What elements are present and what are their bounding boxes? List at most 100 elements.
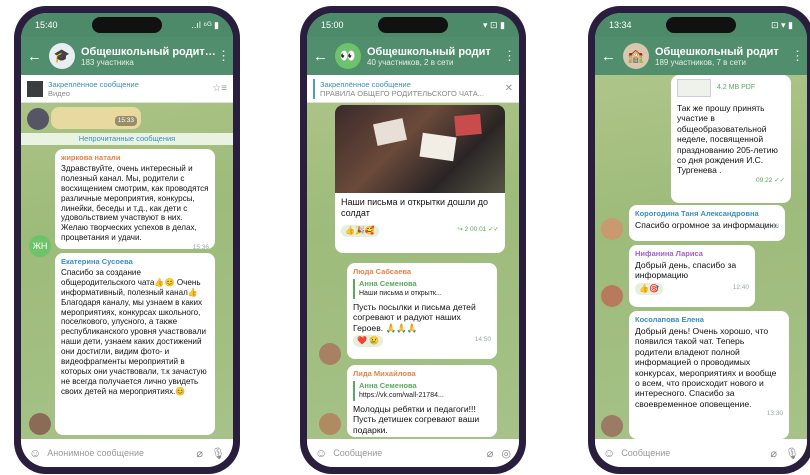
sender-name[interactable]: Екатерина Сусоева bbox=[61, 257, 209, 267]
sender-name[interactable]: жиркова натали bbox=[61, 153, 209, 163]
more-menu-icon[interactable]: ⋮ bbox=[217, 48, 230, 64]
message-text: Спасибо за создание общеродительского ча… bbox=[61, 267, 207, 396]
back-arrow-icon[interactable]: ← bbox=[601, 48, 619, 65]
phone-3-screen: 13:34 ⊡ ▾ ▮ ← 🏫 Общешкольный родит 189 у… bbox=[595, 13, 807, 467]
sender-name[interactable]: Корогодина Таня Александровна bbox=[635, 209, 779, 219]
pinned-message[interactable]: Закреплённое сообщение ПРАВИЛА ОБЩЕГО РО… bbox=[307, 75, 519, 103]
emoji-icon[interactable]: ☺ bbox=[29, 446, 41, 460]
user-avatar[interactable] bbox=[601, 415, 623, 437]
message-text: Так же прошу принять участие в общеобраз… bbox=[677, 103, 778, 176]
chat-title-area[interactable]: Общешкольный родитель 183 участника bbox=[81, 46, 217, 67]
emoji-icon[interactable]: ☺ bbox=[603, 446, 615, 460]
user-avatar[interactable] bbox=[601, 218, 623, 240]
microphone-icon[interactable]: 🎙 bbox=[785, 447, 799, 460]
sender-name[interactable]: Косолапова Елена bbox=[635, 315, 783, 325]
message-bubble[interactable]: Корогодина Таня Александровна Спасибо ог… bbox=[629, 205, 785, 241]
more-menu-icon[interactable]: ⋮ bbox=[791, 48, 804, 64]
user-avatar[interactable] bbox=[319, 343, 341, 365]
message-photo[interactable] bbox=[335, 105, 505, 193]
pinned-subtitle: Видео bbox=[48, 88, 70, 98]
microphone-icon[interactable]: 🎙 bbox=[211, 447, 225, 460]
close-icon[interactable]: ✕ bbox=[505, 83, 513, 94]
reply-quote[interactable]: Анна Семенова Наши письма и открытк... bbox=[353, 278, 491, 299]
pinned-subtitle: ПРАВИЛА ОБЩЕГО РОДИТЕЛЬСКОГО ЧАТА... bbox=[320, 88, 484, 98]
attach-icon[interactable]: ⌀ bbox=[487, 447, 494, 460]
message-bubble[interactable]: Лида Михайлова Анна Семенова https://vk.… bbox=[347, 365, 497, 437]
message-bubble[interactable]: Люда Сабсаева Анна Семенова Наши письма … bbox=[347, 263, 497, 359]
camera-icon[interactable]: ◎ bbox=[501, 447, 511, 460]
status-icons: ⊡ ▾ ▮ bbox=[770, 19, 793, 30]
message-bubble[interactable]: жиркова натали Здравствуйте, очень интер… bbox=[55, 149, 215, 251]
emoji-icon[interactable]: ☺ bbox=[315, 446, 327, 460]
reply-text: Наши письма и открытк... bbox=[359, 289, 442, 297]
pinned-title: Закреплённое сообщение bbox=[48, 79, 139, 89]
sender-name[interactable]: Лида Михайлова bbox=[353, 369, 491, 379]
message-input[interactable]: Сообщение bbox=[333, 448, 479, 458]
sender-name[interactable]: Люда Сабсаева bbox=[353, 267, 491, 277]
attach-icon[interactable]: ⌀ bbox=[196, 447, 203, 460]
message-input-bar: ☺ Анонимное сообщение ⌀ 🎙 bbox=[21, 439, 233, 467]
phone-2: 15:00 ▾ ⊡ ▮ ← 👀 Общешкольный родит 40 уч… bbox=[300, 6, 526, 474]
camera-notch bbox=[378, 17, 448, 33]
phone-1-screen: 15:40 ..ıl ⁶ᴳ ▮ ← 🎓 Общешкольный родител… bbox=[21, 13, 233, 467]
message-time: 14:50 bbox=[474, 336, 491, 344]
user-avatar[interactable] bbox=[29, 413, 51, 435]
chat-title-area[interactable]: Общешкольный родит 40 участников, 2 в се… bbox=[367, 46, 503, 67]
user-avatar[interactable] bbox=[319, 413, 341, 435]
media-message[interactable]: 15:33 bbox=[51, 107, 141, 129]
user-avatar[interactable] bbox=[601, 285, 623, 307]
message-bubble[interactable]: 4.2 MB PDF Так же прошу принять участие … bbox=[671, 75, 791, 203]
message-time: ↪ 2 00:01 ✓✓ bbox=[457, 226, 499, 233]
reply-author: Анна Семенова bbox=[359, 278, 417, 288]
sender-name[interactable]: Нифанина Лариса bbox=[635, 249, 749, 259]
message-reactions[interactable]: 👍🎯 bbox=[635, 282, 663, 295]
message-input[interactable]: Анонимное сообщение bbox=[47, 448, 188, 458]
pinned-indicator bbox=[313, 78, 315, 99]
reply-text: https://vk.com/wall-21784... bbox=[359, 391, 444, 399]
camera-notch bbox=[92, 17, 162, 33]
unread-divider: Непрочитанные сообщения bbox=[21, 133, 233, 145]
user-avatar-initials[interactable]: ЖН bbox=[29, 235, 51, 257]
group-avatar[interactable]: 🎓 bbox=[49, 43, 75, 69]
message-text: Добрый день! Очень хорошо, что появился … bbox=[635, 325, 777, 409]
attach-icon[interactable]: ⌀ bbox=[770, 447, 777, 460]
phone-3: 13:34 ⊡ ▾ ▮ ← 🏫 Общешкольный родит 189 у… bbox=[588, 6, 810, 474]
pinned-message[interactable]: Закреплённое сообщение Видео ☆≡ bbox=[21, 75, 233, 103]
phone-1: 15:40 ..ıl ⁶ᴳ ▮ ← 🎓 Общешкольный родител… bbox=[14, 6, 240, 474]
group-avatar[interactable]: 🏫 bbox=[623, 43, 649, 69]
chat-subtitle: 183 участника bbox=[81, 57, 134, 67]
photo-message[interactable]: Наши письма и открытки дошли до солдат 👍… bbox=[335, 105, 505, 253]
message-reactions[interactable]: 👍🎉🥰 bbox=[341, 225, 379, 237]
chat-header: ← 🏫 Общешкольный родит 189 участников, 7… bbox=[595, 37, 807, 75]
message-input-bar: ☺ Сообщение ⌀ 🎙 bbox=[595, 439, 807, 467]
status-icons: ▾ ⊡ ▮ bbox=[482, 19, 505, 30]
message-input-bar: ☺ Сообщение ⌀ ◎ bbox=[307, 439, 519, 467]
back-arrow-icon[interactable]: ← bbox=[27, 48, 45, 65]
chat-title: Общешкольный родит bbox=[367, 45, 491, 58]
pinned-title: Закреплённое сообщение bbox=[320, 79, 411, 89]
reply-quote[interactable]: Анна Семенова https://vk.com/wall-21784.… bbox=[353, 380, 491, 401]
message-text: Здравствуйте, очень интересный и полезны… bbox=[61, 163, 209, 243]
message-time: 13:30 bbox=[766, 410, 783, 418]
message-bubble[interactable]: Нифанина Лариса Добрый день, спасибо за … bbox=[629, 245, 755, 307]
media-time: 15:33 bbox=[114, 116, 137, 126]
chat-title-area[interactable]: Общешкольный родит 189 участников, 7 в с… bbox=[655, 46, 791, 67]
status-time: 13:34 bbox=[609, 20, 632, 30]
message-reactions[interactable]: ❤️ 😢 bbox=[353, 335, 384, 348]
back-arrow-icon[interactable]: ← bbox=[313, 48, 331, 65]
group-avatar[interactable]: 👀 bbox=[335, 43, 361, 69]
message-time: 15:36 bbox=[192, 244, 209, 252]
reply-author: Анна Семенова bbox=[359, 380, 417, 390]
message-text: Спасибо огромное за информацию. bbox=[635, 219, 779, 230]
message-bubble[interactable]: Екатерина Сусоева Спасибо за создание об… bbox=[55, 253, 215, 435]
more-menu-icon[interactable]: ⋮ bbox=[503, 48, 516, 64]
chat-title: Общешкольный родитель bbox=[81, 45, 217, 58]
pdf-file-icon[interactable] bbox=[677, 79, 711, 97]
phone-2-screen: 15:00 ▾ ⊡ ▮ ← 👀 Общешкольный родит 40 уч… bbox=[307, 13, 519, 467]
message-bubble[interactable]: Косолапова Елена Добрый день! Очень хоро… bbox=[629, 311, 789, 439]
pin-list-icon[interactable]: ☆≡ bbox=[212, 83, 227, 94]
camera-notch bbox=[666, 17, 736, 33]
message-input[interactable]: Сообщение bbox=[621, 448, 762, 458]
chat-header: ← 🎓 Общешкольный родитель 183 участника … bbox=[21, 37, 233, 75]
user-avatar[interactable] bbox=[27, 108, 49, 130]
